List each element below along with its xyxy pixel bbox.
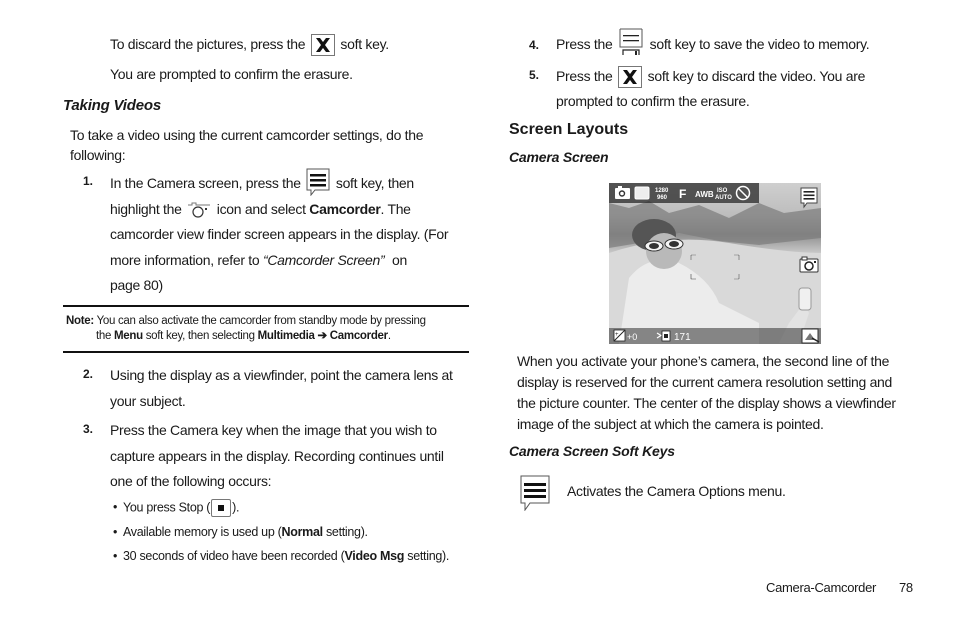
svg-text:1280: 1280 [655, 188, 669, 194]
stop-icon [211, 499, 232, 517]
note: Note: You can also activate the camcorde… [66, 315, 426, 342]
camera-mode-icon [615, 186, 630, 199]
camera-screen-heading: Camera Screen [509, 149, 609, 165]
step-3: Press the Camera key when the image that… [110, 422, 444, 489]
single-shot-icon [634, 186, 650, 200]
step-4: Press the soft key to save the video to … [556, 28, 870, 57]
menu-softkey-icon [520, 475, 550, 511]
list-item: 30 seconds of video have been recorded (… [113, 548, 468, 572]
white-balance-icon: AWB [695, 190, 714, 199]
storage-icon [656, 330, 671, 342]
page-number: 78 [899, 580, 913, 595]
bullet-list: You press Stop (). Available memory is u… [113, 499, 468, 572]
exposure-icon: + [613, 329, 626, 342]
step-number: 3. [83, 422, 94, 436]
screen-layouts-heading: Screen Layouts [509, 121, 629, 138]
svg-text:AUTO: AUTO [715, 195, 732, 201]
soft-key-description: Activates the Camera Options menu. [567, 483, 786, 499]
intro-paragraph: To take a video using the current camcor… [70, 127, 424, 163]
menu-softkey-icon [306, 168, 331, 197]
discard-softkey-icon [310, 34, 335, 57]
save-softkey-icon [618, 28, 645, 57]
step-number: 5. [529, 68, 540, 82]
svg-text:+: + [615, 332, 619, 338]
svg-text:960: 960 [657, 195, 668, 201]
gallery-icon [801, 328, 820, 344]
night-off-icon [735, 185, 751, 201]
exposure-value: +0 [627, 332, 637, 342]
picture-counter: 171 [674, 332, 691, 343]
list-item: You press Stop (). [113, 499, 468, 524]
step-number: 2. [83, 367, 94, 381]
arrow-icon: ➔ [317, 330, 328, 342]
camcorder-mode-icon [187, 200, 212, 219]
discard-pictures-line: To discard the pictures, press the soft … [110, 34, 389, 57]
note-top-rule [63, 305, 469, 307]
soft-key-row: Activates the Camera Options menu. [520, 475, 920, 515]
confirm-erasure-line: You are prompted to confirm the erasure. [110, 66, 353, 82]
camera-screen-description: When you activate your phone’s camera, t… [517, 353, 896, 432]
bottom-indicators: + +0 171 [613, 328, 820, 344]
step-1: In the Camera screen, press the soft key… [110, 168, 470, 299]
resolution-icon: 1280 960 [655, 188, 669, 201]
soft-keys-heading: Camera Screen Soft Keys [509, 443, 675, 459]
focus-frame [690, 254, 740, 280]
top-indicators: 1280 960 F AWB ISO AUTO [615, 185, 751, 201]
step-5: Press the soft key to discard the video.… [556, 66, 866, 109]
capture-icon [799, 256, 819, 273]
taking-videos-heading: Taking Videos [63, 97, 161, 114]
camera-screen-image: 1280 960 F AWB ISO AUTO + +0 171 [609, 183, 821, 344]
note-label: Note: [66, 315, 94, 327]
iso-icon: ISO AUTO [715, 188, 732, 201]
list-item: Available memory is used up (Normal sett… [113, 524, 468, 548]
step-number: 1. [83, 174, 94, 188]
discard-softkey-icon [618, 66, 643, 89]
note-bottom-rule [63, 351, 469, 353]
cross-reference-link[interactable]: “Camcorder Screen” [263, 252, 385, 268]
menu-softkey-icon [800, 187, 818, 209]
step-number: 4. [529, 38, 540, 52]
quality-fine-icon: F [679, 187, 686, 201]
svg-text:ISO: ISO [717, 188, 728, 194]
step-2: Using the display as a viewfinder, point… [110, 367, 453, 409]
footer-section: Camera-Camcorder [766, 580, 877, 595]
